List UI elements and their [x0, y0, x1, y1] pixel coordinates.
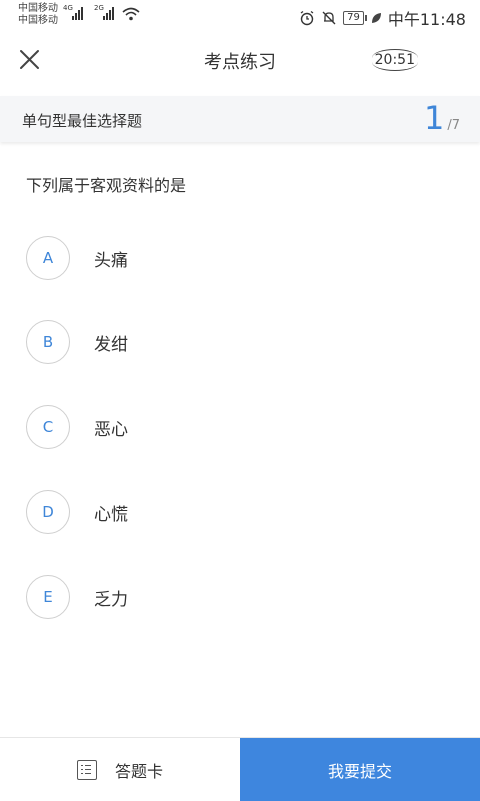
option-e[interactable]: E 乏力: [26, 573, 446, 621]
wifi-icon: [122, 7, 140, 21]
option-c-text: 恶心: [94, 419, 128, 440]
option-b-text: 发绀: [94, 334, 128, 355]
question-progress: 1 / 7: [424, 100, 460, 136]
answer-card-button[interactable]: 答题卡: [0, 738, 240, 801]
signal-1-icon: 4G: [63, 4, 83, 20]
submit-label: 我要提交: [327, 761, 392, 781]
carrier-1: 中国移动: [18, 3, 58, 14]
option-a[interactable]: A 头痛: [26, 234, 446, 282]
bottom-bar: 答题卡 我要提交: [0, 737, 480, 801]
battery-indicator: 79: [343, 11, 367, 25]
question-type-bar: 单句型最佳选择题 1 / 7: [0, 96, 480, 142]
option-e-text: 乏力: [94, 589, 128, 610]
option-d-text: 心慌: [94, 504, 128, 525]
list-icon: [76, 759, 97, 780]
option-c[interactable]: C 恶心: [26, 403, 446, 451]
option-b[interactable]: B 发绀: [26, 318, 446, 366]
option-e-badge: E: [26, 575, 70, 619]
option-b-badge: B: [26, 320, 70, 364]
leaf-icon: [371, 13, 381, 23]
option-a-badge: A: [26, 236, 70, 280]
timer: 20:51: [371, 49, 418, 71]
current-question-number: 1: [423, 99, 445, 137]
answer-card-label: 答题卡: [114, 761, 163, 781]
option-d-badge: D: [26, 490, 70, 534]
carrier-2: 中国移动: [18, 15, 58, 26]
clock: 中午11:48: [387, 10, 466, 29]
option-c-badge: C: [26, 405, 70, 449]
carrier-info: 中国移动 中国移动: [18, 3, 58, 27]
mute-bell-icon: [322, 11, 336, 25]
status-bar: 中国移动 中国移动 4G 2G 79 中午11:48: [0, 0, 480, 32]
submit-button[interactable]: 我要提交: [240, 738, 480, 801]
option-d[interactable]: D 心慌: [26, 488, 446, 536]
question-stem: 下列属于客观资料的是: [26, 176, 187, 195]
total-question-count: 7: [451, 118, 460, 133]
option-a-text: 头痛: [94, 250, 128, 271]
signal-2-icon: 2G: [94, 4, 114, 20]
question-type-label: 单句型最佳选择题: [22, 112, 143, 130]
alarm-icon: [300, 10, 314, 26]
top-header: 考点练习 20:51: [0, 32, 480, 88]
